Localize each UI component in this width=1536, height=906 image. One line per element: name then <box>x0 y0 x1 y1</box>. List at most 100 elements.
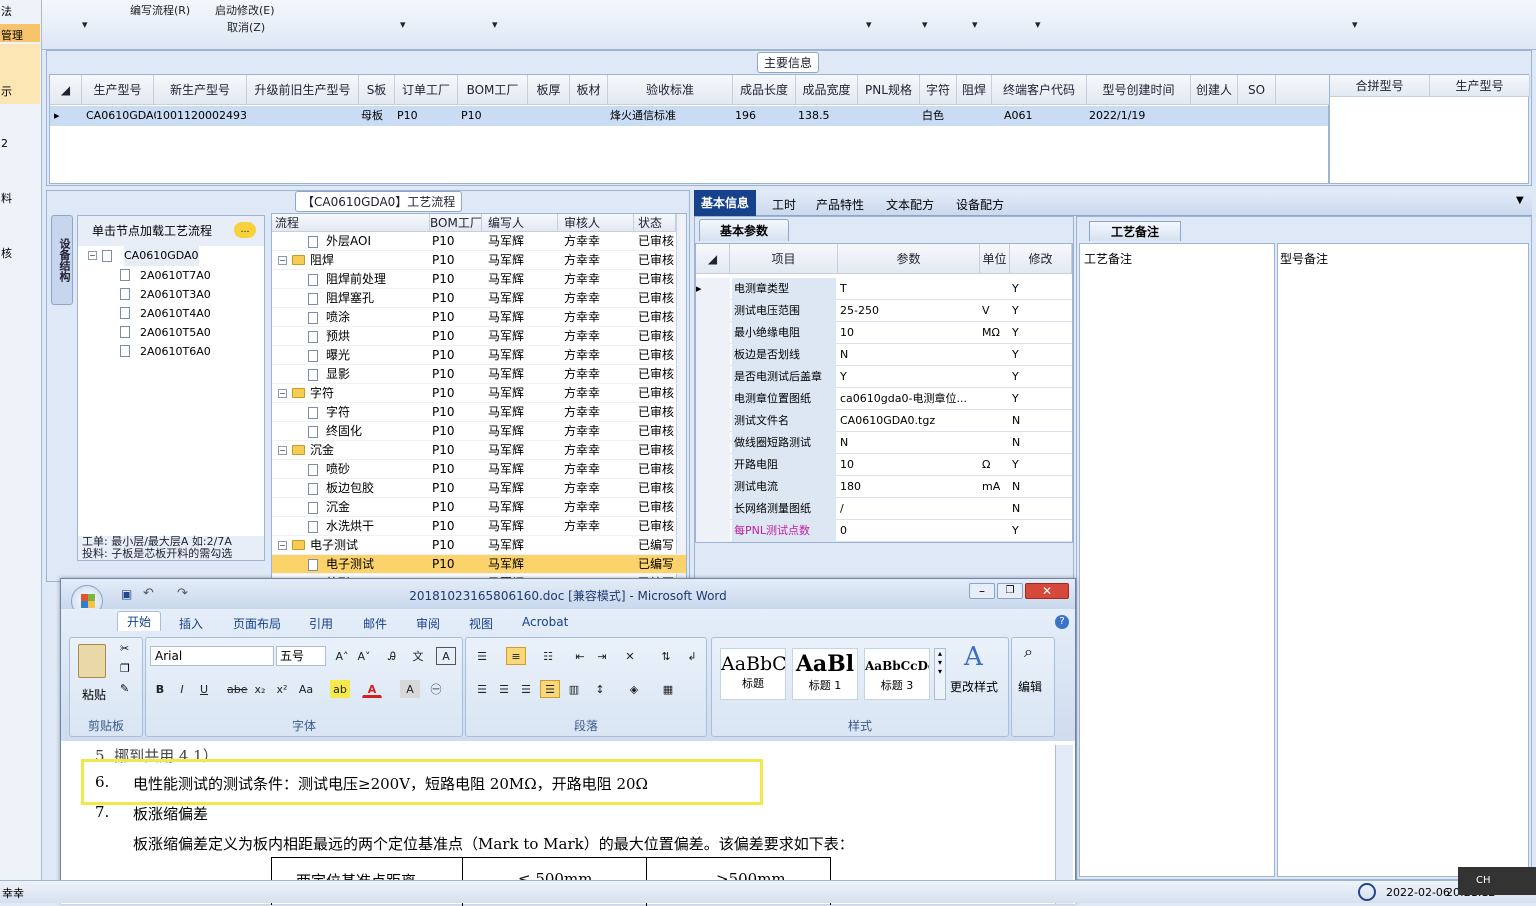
cell-standard[interactable]: 烽火通信标准 <box>610 106 730 126</box>
column-header[interactable]: 生产型号 <box>1430 75 1530 97</box>
numbering-icon[interactable]: ≡ <box>506 647 526 665</box>
param-modify[interactable]: Y <box>1012 454 1068 476</box>
minimize-button[interactable]: – <box>969 583 995 599</box>
chevron-down-icon[interactable]: ▾ <box>972 18 978 31</box>
format-painter-icon[interactable]: ✎ <box>120 682 129 695</box>
left-nav-label[interactable]: 2 <box>1 137 8 150</box>
column-header[interactable]: BOM工厂 <box>458 75 528 105</box>
column-header[interactable]: 新生产型号 <box>154 75 247 105</box>
ime-bar[interactable]: CH <box>1458 867 1536 895</box>
row-selector[interactable] <box>696 388 730 410</box>
collapse-icon[interactable]: − <box>278 389 287 398</box>
collapse-icon[interactable]: − <box>278 446 287 455</box>
tab-product-features[interactable]: 产品特性 <box>810 193 870 216</box>
write-flow-button[interactable]: 编写流程(R) <box>130 2 190 18</box>
paste-button[interactable]: 粘贴 <box>82 686 106 703</box>
copy-icon[interactable]: ❐ <box>120 662 130 675</box>
tab-hours[interactable]: 工时 <box>766 193 802 216</box>
column-header[interactable]: 审核人 <box>558 214 634 232</box>
shrink-font-icon[interactable]: A˅ <box>354 647 374 665</box>
column-header[interactable]: BOM工厂 <box>430 214 482 232</box>
sort-icon[interactable]: ⇅ <box>656 647 676 665</box>
strikethrough-icon[interactable]: abe <box>226 680 248 698</box>
ribbon-tab-review[interactable]: 审阅 <box>416 615 440 632</box>
enclose-char-icon[interactable]: ㊀ <box>426 680 446 698</box>
param-value[interactable]: 0 <box>840 520 978 542</box>
param-modify[interactable]: Y <box>1012 366 1068 388</box>
flow-row[interactable]: 显影 P10 马军辉 方幸幸 已审核 <box>272 365 686 384</box>
cell-bom-factory[interactable]: P10 <box>461 106 521 126</box>
column-header[interactable]: 型号创建时间 <box>1087 75 1191 105</box>
underline-icon[interactable]: U <box>194 680 214 698</box>
param-value[interactable]: 180 <box>840 476 978 498</box>
edit-button[interactable]: 编辑 <box>1018 678 1042 695</box>
tab-basic-info[interactable]: 基本信息 <box>694 190 757 216</box>
param-value[interactable]: 10 <box>840 454 978 476</box>
tree-node-label[interactable]: 2A0610T3A0 <box>140 285 211 304</box>
tree-node-label[interactable]: 2A0610T7A0 <box>140 266 211 285</box>
font-name-select[interactable]: Arial <box>150 646 274 666</box>
param-modify[interactable]: Y <box>1012 278 1068 300</box>
bullets-icon[interactable]: ☰ <box>472 647 492 665</box>
distributed-icon[interactable]: ▥ <box>564 680 584 698</box>
column-header[interactable]: 编写人 <box>482 214 558 232</box>
chevron-down-icon[interactable]: ▾ <box>1035 18 1041 31</box>
row-selector[interactable] <box>696 300 730 322</box>
flow-row[interactable]: 喷砂 P10 马军辉 方幸幸 已审核 <box>272 460 686 479</box>
param-row[interactable]: 是否电测试后盖章 Y Y <box>696 366 1072 388</box>
table-row[interactable]: ▸ CA0610GDA0 10011200024933 母板 P10 P10 烽… <box>50 106 1328 126</box>
param-modify[interactable]: N <box>1012 410 1068 432</box>
justify-icon[interactable]: ☰ <box>540 680 560 698</box>
row-selector[interactable] <box>696 322 730 344</box>
flow-row[interactable]: − 沉金 P10 马军辉 方幸幸 已审核 <box>272 441 686 460</box>
param-unit[interactable]: MΩ <box>982 322 1010 344</box>
tree-node-label[interactable]: 2A0610T4A0 <box>140 304 211 323</box>
cell-create-time[interactable]: 2022/1/19 <box>1089 106 1189 126</box>
grow-font-icon[interactable]: A˄ <box>332 647 352 665</box>
model-remarks-box[interactable]: 型号备注 <box>1277 243 1529 877</box>
flow-row[interactable]: 喷涂 P10 马军辉 方幸幸 已审核 <box>272 308 686 327</box>
flow-row[interactable]: − 电子测试 P10 马军辉 已编写 <box>272 536 686 555</box>
align-right-icon[interactable]: ☰ <box>516 680 536 698</box>
chevron-down-icon[interactable]: ▾ <box>1352 18 1358 31</box>
style-heading3[interactable]: AaBbCcDc 标题 3 <box>864 648 930 700</box>
font-size-select[interactable]: 五号 <box>276 646 326 666</box>
cell-model[interactable]: CA0610GDA0 <box>86 106 156 126</box>
param-row[interactable]: 电测章位置图纸 ca0610gda0-电测章位... Y <box>696 388 1072 410</box>
row-selector[interactable] <box>696 366 730 388</box>
param-row[interactable]: 测试电压范围 25-250 V Y <box>696 300 1072 322</box>
left-nav-label[interactable]: 法 <box>1 3 12 19</box>
column-header[interactable]: 终端客户代码 <box>992 75 1087 105</box>
help-icon[interactable]: ? <box>1055 615 1069 629</box>
tree-node[interactable]: 2A0610T7A0 <box>120 266 260 285</box>
process-remarks-box[interactable]: 工艺备注 <box>1079 243 1275 877</box>
change-styles-button[interactable]: 更改样式 <box>950 678 998 695</box>
phonetic-icon[interactable]: 文 <box>408 647 428 665</box>
tree-node[interactable]: 2A0610T5A0 <box>120 323 260 342</box>
column-header[interactable]: SO <box>1238 75 1276 105</box>
start-modify-button[interactable]: 启动修改(E) <box>215 2 275 18</box>
column-header[interactable]: 修改 <box>1010 244 1072 274</box>
param-value[interactable]: ca0610gda0-电测章位... <box>840 388 978 410</box>
multilevel-list-icon[interactable]: ☷ <box>538 647 558 665</box>
row-selector[interactable] <box>696 432 730 454</box>
column-header[interactable]: 参数 <box>838 244 980 274</box>
change-styles-icon[interactable]: A <box>964 642 983 672</box>
param-row[interactable]: 做线圈短路测试 N N <box>696 432 1072 454</box>
close-button[interactable]: ✕ <box>1025 583 1069 599</box>
ribbon-tab-view[interactable]: 视图 <box>469 615 493 632</box>
column-header[interactable]: 创建人 <box>1191 75 1238 105</box>
param-row[interactable]: 测试文件名 CA0610GDA0.tgz N <box>696 410 1072 432</box>
param-modify[interactable]: Y <box>1012 300 1068 322</box>
column-header[interactable]: 合拼型号 <box>1330 75 1430 97</box>
font-color-icon[interactable]: A <box>362 680 382 698</box>
ribbon-tab-mailings[interactable]: 邮件 <box>363 615 387 632</box>
tree-root[interactable]: − CA0610GDA0 <box>78 246 264 266</box>
row-selector[interactable] <box>696 476 730 498</box>
collapse-icon[interactable]: − <box>278 541 287 550</box>
param-row[interactable]: 每PNL测试点数 0 Y <box>696 520 1072 542</box>
bold-icon[interactable]: B <box>150 680 170 698</box>
clear-format-icon[interactable]: Ꭿ <box>382 647 402 665</box>
column-header[interactable]: 状态 <box>634 214 676 232</box>
column-header[interactable]: S板 <box>359 75 395 105</box>
